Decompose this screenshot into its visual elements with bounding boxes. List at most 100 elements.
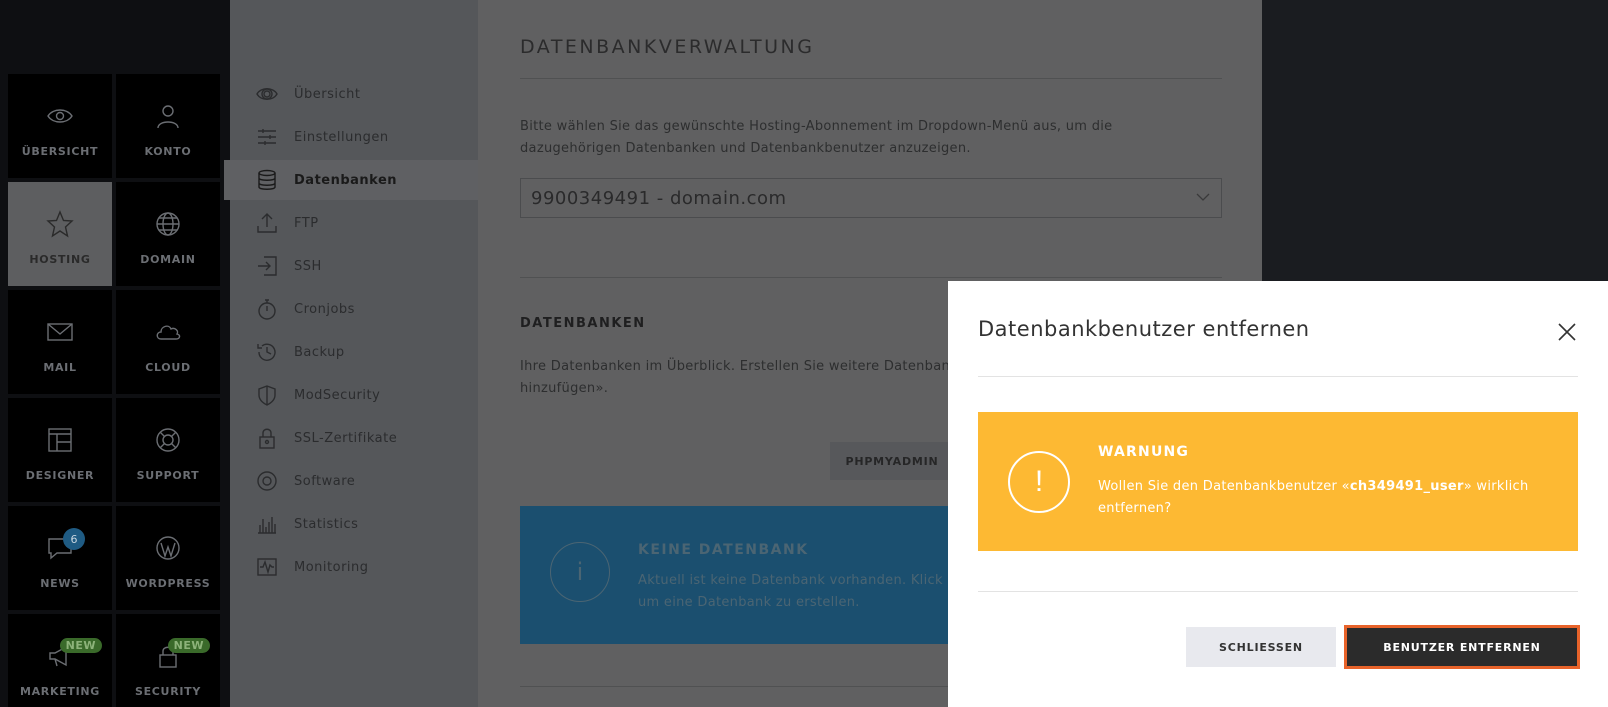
- subnav-label: Statistics: [294, 516, 359, 532]
- tile-label: MAIL: [43, 361, 77, 374]
- hosting-subnav: Übersicht Einstellungen Datenbanken FTP …: [224, 0, 478, 707]
- sliders-icon: [258, 129, 276, 145]
- wordpress-icon: [156, 536, 180, 560]
- tile-label: NEWS: [40, 577, 80, 590]
- new-badge: NEW: [167, 638, 210, 653]
- tile-uebersicht[interactable]: ÜBERSICHT: [8, 74, 112, 178]
- subnav-item-statistics[interactable]: Statistics: [230, 504, 478, 544]
- tile-security[interactable]: NEW SECURITY: [116, 614, 220, 707]
- eye-icon: [256, 88, 278, 100]
- tile-domain[interactable]: DOMAIN: [116, 182, 220, 286]
- subnav-label: Datenbanken: [294, 172, 398, 188]
- envelope-icon: [47, 323, 73, 341]
- subnav-item-monitoring[interactable]: Monitoring: [230, 547, 478, 587]
- subnav-item-datenbanken[interactable]: Datenbanken: [224, 160, 478, 200]
- tile-label: HOSTING: [29, 253, 91, 266]
- subnav-item-software[interactable]: Software: [230, 461, 478, 501]
- subnav-label: Übersicht: [294, 86, 361, 102]
- subnav-item-cronjobs[interactable]: Cronjobs: [230, 289, 478, 329]
- page-title: DATENBANKVERWALTUNG: [520, 36, 815, 58]
- tile-cloud[interactable]: CLOUD: [116, 290, 220, 394]
- tile-wordpress[interactable]: WORDPRESS: [116, 506, 220, 610]
- upload-icon: [257, 213, 277, 233]
- tile-label: CLOUD: [145, 361, 191, 374]
- login-icon: [258, 256, 277, 276]
- intro-text: Bitte wählen Sie das gewünschte Hosting-…: [520, 119, 1113, 156]
- subnav-item-einstellungen[interactable]: Einstellungen: [230, 117, 478, 157]
- globe-icon: [156, 212, 180, 236]
- tile-designer[interactable]: DESIGNER: [8, 398, 112, 502]
- modal-divider: [978, 376, 1578, 377]
- tile-label: KONTO: [144, 145, 192, 158]
- tile-label: MARKETING: [19, 685, 101, 698]
- subnav-label: ModSecurity: [294, 387, 381, 403]
- shield-icon: [258, 385, 276, 406]
- remove-user-button[interactable]: BENUTZER ENTFERNEN: [1344, 625, 1580, 669]
- disc-icon: [257, 471, 277, 491]
- divider: [520, 277, 1222, 278]
- news-count-badge: 6: [63, 528, 85, 550]
- chevron-down-icon: [1196, 193, 1210, 201]
- padlock-icon: [259, 428, 275, 449]
- tile-news[interactable]: 6 NEWS: [8, 506, 112, 610]
- section-title: DATENBANKEN: [520, 316, 646, 331]
- subnav-item-ftp[interactable]: FTP: [230, 203, 478, 243]
- subnav-label: Einstellungen: [294, 129, 389, 145]
- divider: [520, 78, 1222, 79]
- exclamation-icon: !: [1008, 451, 1070, 513]
- tile-support[interactable]: SUPPORT: [116, 398, 220, 502]
- info-box: i KEINE DATENBANK Aktuell ist keine Date…: [520, 506, 970, 644]
- tile-label: DOMAIN: [140, 253, 196, 266]
- subnav-item-backup[interactable]: Backup: [230, 332, 478, 372]
- subnav-label: FTP: [294, 215, 319, 231]
- user-icon: [157, 105, 179, 129]
- bar-chart-icon: [258, 517, 276, 534]
- subnav-label: SSL-Zertifikate: [294, 430, 398, 446]
- cloud-icon: [156, 325, 181, 340]
- tile-label: ÜBERSICHT: [21, 145, 99, 158]
- subnav-label: Backup: [294, 344, 345, 360]
- tile-label: DESIGNER: [25, 469, 95, 482]
- tile-label: WORDPRESS: [125, 577, 211, 590]
- subnav-item-ssh[interactable]: SSH: [230, 246, 478, 286]
- database-icon: [258, 169, 276, 190]
- subscription-select[interactable]: 9900349491 - domain.com: [520, 178, 1222, 218]
- info-title: KEINE DATENBANK: [638, 542, 809, 558]
- close-icon[interactable]: [1556, 321, 1578, 343]
- warning-text: Wollen Sie den Datenbankbenutzer «ch3494…: [1098, 476, 1548, 520]
- warning-text-before: Wollen Sie den Datenbankbenutzer «: [1098, 479, 1350, 494]
- subnav-label: Software: [294, 473, 356, 489]
- modal-divider: [978, 591, 1578, 592]
- subnav-label: Cronjobs: [294, 301, 355, 317]
- info-text: Aktuell ist keine Datenbank vorhanden. K…: [638, 573, 943, 610]
- subscription-select-value: 9900349491 - domain.com: [531, 187, 787, 209]
- history-icon: [257, 343, 276, 361]
- tile-konto[interactable]: KONTO: [116, 74, 220, 178]
- phpmyadmin-button[interactable]: PHPMYADMIN: [830, 442, 954, 480]
- tile-label: SUPPORT: [136, 469, 200, 482]
- warning-username: ch349491_user: [1349, 479, 1464, 494]
- new-badge: NEW: [59, 638, 102, 653]
- tile-label: SECURITY: [134, 685, 202, 698]
- tile-hosting[interactable]: HOSTING: [8, 182, 112, 286]
- warning-box: ! WARNUNG Wollen Sie den Datenbankbenutz…: [978, 412, 1578, 551]
- subnav-label: SSH: [294, 258, 322, 274]
- tile-mail[interactable]: MAIL: [8, 290, 112, 394]
- close-button[interactable]: SCHLIESSEN: [1186, 627, 1336, 667]
- remove-user-modal: Datenbankbenutzer entfernen ! WARNUNG Wo…: [948, 281, 1608, 707]
- info-icon: i: [550, 542, 610, 602]
- tile-marketing[interactable]: NEW MARKETING: [8, 614, 112, 707]
- main-sidebar: ÜBERSICHT KONTO HOSTING DOMAIN MAIL CLOU…: [0, 0, 230, 707]
- pulse-icon: [257, 558, 277, 576]
- star-icon: [46, 210, 74, 238]
- lifebuoy-icon: [156, 428, 180, 452]
- subnav-label: Monitoring: [294, 559, 369, 575]
- modal-title: Datenbankbenutzer entfernen: [978, 317, 1310, 341]
- subnav-item-ssl[interactable]: SSL-Zertifikate: [230, 418, 478, 458]
- subnav-item-modsecurity[interactable]: ModSecurity: [230, 375, 478, 415]
- eye-icon: [47, 109, 73, 123]
- layout-icon: [48, 428, 72, 452]
- stopwatch-icon: [258, 299, 276, 320]
- subnav-item-uebersicht[interactable]: Übersicht: [230, 74, 478, 114]
- section-text: Ihre Datenbanken im Überblick. Erstellen…: [520, 359, 951, 396]
